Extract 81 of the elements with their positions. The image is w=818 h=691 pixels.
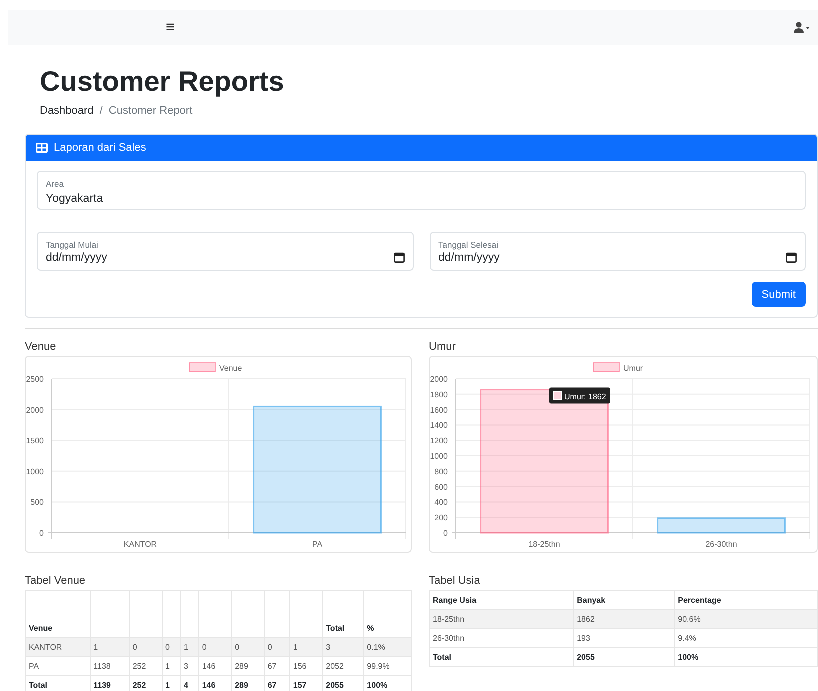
table-cell: 100%: [674, 648, 818, 666]
y-axis-label: 2000: [26, 406, 44, 415]
card-title: Laporan dari Sales: [54, 142, 146, 154]
table-cell: 1: [90, 638, 130, 656]
y-axis-label: 500: [30, 498, 44, 508]
y-axis-label: 1800: [430, 390, 448, 400]
menu-button[interactable]: ≡: [166, 19, 175, 36]
table-cell: PA: [26, 656, 90, 676]
table-cell: 0.1%: [364, 638, 412, 656]
table-cell: 1862: [574, 610, 675, 628]
table-cell: 1138: [90, 656, 130, 676]
legend-label: Umur: [624, 364, 644, 373]
table-cell: 3: [322, 638, 364, 656]
submit-button[interactable]: Submit: [752, 282, 806, 307]
chart-title: Umur: [429, 341, 457, 353]
table-title: Tabel Venue: [25, 575, 87, 587]
page-title: Customer Reports: [40, 65, 286, 99]
y-axis-label: 1000: [26, 467, 44, 476]
y-axis-label: 800: [434, 467, 448, 476]
column-header: Banyak: [574, 590, 675, 610]
table-cell: 0: [162, 638, 180, 656]
table-cell: 0: [198, 638, 232, 656]
calendar-icon[interactable]: [394, 252, 404, 262]
x-axis-label: PA: [312, 540, 323, 549]
table-cell: 252: [129, 656, 162, 676]
annotation: Umur: 1862: [564, 392, 607, 402]
area-field[interactable]: Area Yogyakarta: [37, 171, 806, 210]
x-axis-label: KANTOR: [124, 540, 158, 549]
table-cell: Total: [26, 676, 90, 691]
column-header: Percentage: [674, 590, 818, 610]
y-axis-label: 1600: [430, 406, 448, 415]
table-cell: 2052: [322, 656, 364, 676]
breadcrumb-separator: /: [100, 105, 103, 117]
breadcrumb-link[interactable]: Dashboard: [40, 105, 94, 117]
date-input[interactable]: dd/mm/yyyy: [438, 252, 762, 264]
table-cell: 0: [129, 638, 162, 656]
table-icon: [36, 143, 48, 153]
table-cell: 146: [198, 656, 232, 676]
x-axis-label: 26-30thn: [706, 540, 738, 549]
table-cell: 1: [290, 638, 323, 656]
table-cell: 90.6%: [674, 610, 818, 628]
table-cell: 99.9%: [364, 656, 412, 676]
table-cell: 2055: [574, 648, 675, 666]
start-date-field[interactable]: Tanggal Mulai dd/mm/yyyy: [37, 232, 414, 271]
x-axis-label: 18-25thn: [528, 540, 560, 549]
table-cell: 0: [264, 638, 290, 656]
table-cell: 289: [232, 656, 264, 676]
table-cell: 156: [290, 656, 323, 676]
table-cell: KANTOR: [26, 638, 90, 656]
y-axis-label: 1400: [430, 421, 448, 430]
y-axis-label: 600: [434, 482, 448, 492]
chart-title: Venue: [25, 341, 58, 353]
table-cell: 18-25thn: [430, 610, 574, 628]
y-axis-label: 200: [434, 514, 448, 523]
table-cell: 0: [232, 638, 264, 656]
y-axis-label: 1500: [26, 436, 44, 446]
user-menu-icon[interactable]: [794, 22, 810, 34]
table-cell: 3: [180, 656, 199, 676]
y-axis-label: 1200: [430, 436, 448, 446]
legend-label: Venue: [220, 364, 242, 373]
chart-tooltip: Umur: 1862: [550, 388, 610, 404]
table-cell: 193: [574, 628, 675, 648]
end-date-field[interactable]: Tanggal Selesai dd/mm/yyyy: [430, 232, 806, 271]
table-cell: Total: [430, 648, 574, 666]
y-axis-label: 0: [40, 529, 44, 538]
y-axis-label: 2000: [430, 375, 448, 384]
y-axis-label: 400: [434, 498, 448, 508]
breadcrumb-current: Customer Report: [108, 105, 193, 117]
y-axis-label: 1000: [430, 452, 448, 461]
area-input[interactable]: Yogyakarta: [46, 193, 722, 205]
calendar-icon[interactable]: [786, 252, 797, 262]
table-cell: 67: [264, 656, 290, 676]
table-cell: 26-30thn: [430, 628, 574, 648]
y-axis-label: 2500: [26, 375, 44, 384]
column-header: Venue: [26, 590, 90, 638]
table-title: Tabel Usia: [429, 575, 482, 587]
date-input[interactable]: dd/mm/yyyy: [46, 252, 369, 264]
table-cell: 9.4%: [674, 628, 818, 648]
y-axis-label: 0: [444, 529, 448, 538]
column-header: Range Usia: [430, 590, 574, 610]
table-cell: 1: [162, 656, 180, 676]
